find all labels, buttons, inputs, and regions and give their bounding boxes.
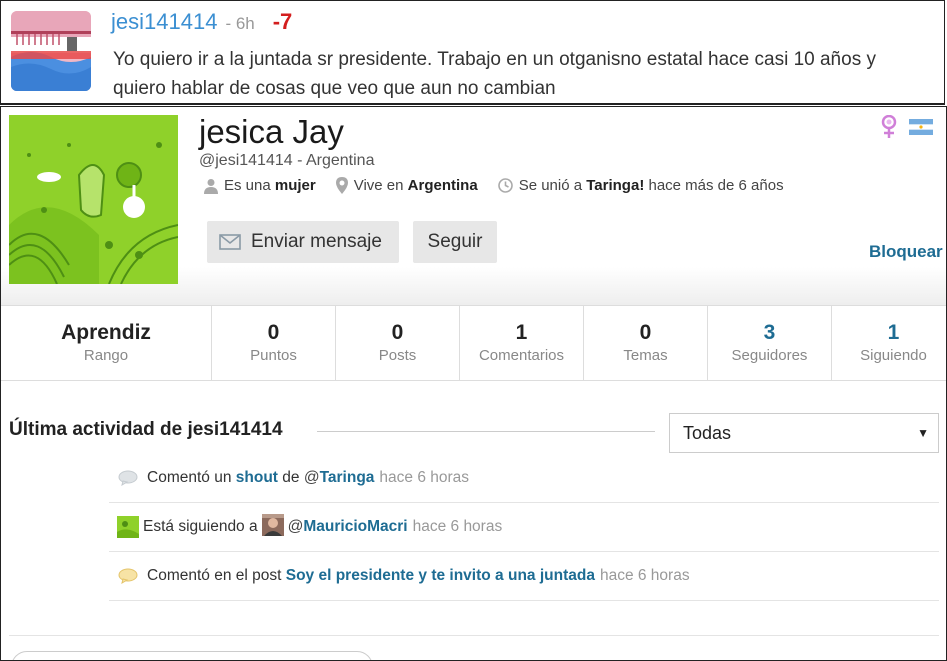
activity-text: Comentó un xyxy=(147,469,232,486)
joined-suffix: hace más de 6 años xyxy=(648,177,784,194)
stat-label: Siguiendo xyxy=(860,347,927,364)
comment-text: Yo quiero ir a la juntada sr presidente.… xyxy=(113,49,876,99)
activity-filter-select[interactable]: Todas ▼ xyxy=(669,413,939,453)
stat-followers[interactable]: 3 Seguidores xyxy=(707,306,831,380)
comment-avatar[interactable] xyxy=(11,11,91,91)
profile-card: jesica Jay @jesi141414 - Argentina Es un… xyxy=(0,106,947,661)
divider xyxy=(317,431,655,432)
gender-prefix: Es una xyxy=(224,177,271,194)
stat-value[interactable]: 3 xyxy=(764,320,776,346)
stat-value: 1 xyxy=(515,321,528,344)
activity-title: Última actividad de jesi141414 xyxy=(9,419,283,440)
location-value: Argentina xyxy=(407,177,478,194)
profile-name: jesica Jay xyxy=(199,113,344,150)
activity-link[interactable]: Soy el presidente y te invito a una junt… xyxy=(286,567,595,585)
argentina-flag-icon xyxy=(909,119,933,135)
stat-value[interactable]: 1 xyxy=(888,320,900,346)
stat-comments: 1 Comentarios xyxy=(459,306,583,380)
block-link[interactable]: Bloquear xyxy=(869,242,943,262)
female-symbol-icon xyxy=(881,115,897,138)
map-pin-icon xyxy=(335,177,348,194)
dropdown-arrow-icon: ▼ xyxy=(917,426,929,440)
activity-time: hace 6 horas xyxy=(412,518,503,535)
profile-handle: @jesi141414 - Argentina xyxy=(199,152,375,169)
activity-text: Está siguiendo a xyxy=(143,518,258,535)
comment-username[interactable]: jesi141414 xyxy=(111,9,217,35)
stat-value: 0 xyxy=(639,321,652,344)
activity-time: hace 6 horas xyxy=(379,469,470,486)
activity-text: Comentó en el post xyxy=(147,567,282,584)
activity-link[interactable]: shout xyxy=(236,469,278,487)
gender-fact: Es una mujer xyxy=(204,177,316,194)
speech-bubble-icon xyxy=(109,568,147,584)
envelope-icon xyxy=(219,234,241,250)
joined-prefix: Se unió a xyxy=(518,177,583,194)
comment-header: jesi141414 - 6h -7 xyxy=(111,9,292,39)
comment-input-box[interactable] xyxy=(11,651,373,660)
user-icon xyxy=(204,178,218,194)
activity-mention[interactable]: MauricioMacri xyxy=(303,518,407,536)
activity-item: Está siguiendo a @ MauricioMacri hace 6 h… xyxy=(109,503,939,552)
joined-fact: Se unió a Taringa! hace más de 6 años xyxy=(497,177,784,194)
stat-rank-label: Rango xyxy=(83,347,129,364)
send-message-label: Enviar mensaje xyxy=(251,231,382,252)
activity-item: Comentó en el post Soy el presidente y t… xyxy=(109,552,939,601)
stats-bar: Aprendiz Rango 0 Puntos 0 Posts 1 Coment… xyxy=(1,305,946,381)
activity-filter-value: Todas xyxy=(683,422,732,443)
stat-label: Seguidores xyxy=(731,347,808,364)
follow-button[interactable]: Seguir xyxy=(413,221,497,263)
badges xyxy=(881,115,933,139)
stat-label: Temas xyxy=(623,347,668,364)
send-message-button[interactable]: Enviar mensaje xyxy=(207,221,399,263)
comment-score: -7 xyxy=(272,9,293,34)
speech-bubble-icon xyxy=(109,470,147,486)
mentioned-user-avatar[interactable] xyxy=(261,513,284,541)
comment-timestamp: - 6h xyxy=(225,14,255,33)
profile-header: jesica Jay @jesi141414 - Argentina Es un… xyxy=(1,107,946,305)
location-prefix: Vive en xyxy=(353,177,404,194)
gender-value: mujer xyxy=(274,177,316,194)
activity-item: Comentó un shout de @ Taringa hace 6 hora… xyxy=(109,454,939,503)
stat-topics: 0 Temas xyxy=(583,306,707,380)
stat-label: Comentarios xyxy=(478,347,565,364)
stat-label: Posts xyxy=(378,347,417,364)
stat-value: 0 xyxy=(391,321,404,344)
stat-rank: Aprendiz Rango xyxy=(1,306,211,380)
user-avatar-icon xyxy=(113,516,143,538)
activity-mention[interactable]: Taringa xyxy=(320,469,375,487)
joined-site: Taringa! xyxy=(586,177,645,194)
stat-rank-value: Aprendiz xyxy=(61,321,151,344)
profile-avatar xyxy=(8,115,179,285)
stat-points: 0 Puntos xyxy=(211,306,335,380)
mention-at: @ xyxy=(287,518,304,535)
stat-following[interactable]: 1 Siguiendo xyxy=(831,306,946,380)
comment-card: jesi141414 - 6h -7 Yo quiero ir a la jun… xyxy=(0,0,945,105)
follow-label: Seguir xyxy=(427,231,483,252)
mention-at: @ xyxy=(303,469,320,486)
profile-facts: Es una mujer Vive en Argentina Se unió a… xyxy=(204,177,804,194)
location-fact: Vive en Argentina xyxy=(335,177,478,194)
activity-middle: de xyxy=(282,469,300,486)
stat-label: Puntos xyxy=(250,347,297,364)
divider xyxy=(9,635,939,636)
stat-value: 0 xyxy=(267,321,280,344)
stat-posts: 0 Posts xyxy=(335,306,459,380)
clock-icon xyxy=(497,178,513,193)
activity-time: hace 6 horas xyxy=(599,567,690,584)
